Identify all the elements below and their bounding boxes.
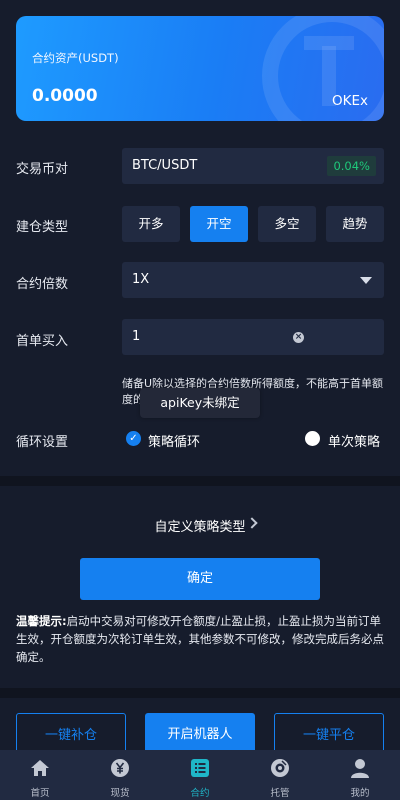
position-option-long[interactable]: 开多	[122, 206, 180, 242]
section-divider-2	[0, 688, 400, 698]
section-divider	[0, 476, 400, 486]
pair-change-badge: 0.04%	[327, 156, 376, 176]
position-type-label: 建仓类型	[16, 220, 69, 235]
warm-tip: 温馨提示:启动中交易对可修改开仓额度/止盈止损，止盈止损为当前订单生效，开仓额度…	[16, 612, 384, 666]
tab-contract[interactable]: 合约	[160, 750, 240, 800]
radio-unchecked-icon[interactable]	[305, 431, 320, 446]
tab-spot-label: 现货	[110, 788, 130, 799]
cycle-label: 循环设置	[16, 435, 69, 450]
pair-value: BTC/USDT	[132, 158, 198, 173]
custody-icon	[271, 759, 289, 777]
list-icon	[191, 759, 209, 777]
tab-spot[interactable]: 现货	[80, 750, 160, 800]
toast-message: apiKey未绑定	[140, 388, 260, 418]
tab-mine-label: 我的	[350, 788, 370, 799]
tip-title: 温馨提示:	[16, 614, 67, 628]
position-option-short[interactable]: 开空	[190, 206, 248, 242]
cycle-option-loop[interactable]: 策略循环	[148, 431, 200, 450]
user-icon	[351, 759, 369, 778]
tab-home[interactable]: 首页	[0, 750, 80, 800]
custom-strategy-link[interactable]: 自定义策略类型	[0, 516, 400, 535]
tab-contract-label: 合约	[190, 788, 210, 799]
exchange-name: OKEx	[332, 93, 368, 109]
tip-text: 启动中交易对可修改开仓额度/止盈止损，止盈止损为当前订单生效，开仓额度为次轮订单…	[16, 614, 384, 664]
tab-mine[interactable]: 我的	[320, 750, 400, 800]
tab-home-label: 首页	[30, 788, 50, 799]
leverage-label: 合约倍数	[16, 277, 69, 292]
asset-label: 合约资产(USDT)	[32, 51, 119, 65]
bottom-tab-bar: 首页 现货 合约 托管 我的	[0, 750, 400, 800]
home-icon	[31, 760, 49, 776]
tab-custody-label: 托管	[270, 788, 290, 799]
clear-icon[interactable]: ×	[293, 332, 304, 343]
cycle-option-single[interactable]: 单次策略	[328, 431, 380, 450]
first-order-value: 1	[132, 329, 141, 344]
confirm-button[interactable]: 确定	[80, 558, 320, 600]
first-order-input[interactable]: 1 ×	[122, 319, 384, 355]
yen-coin-icon	[111, 759, 129, 777]
asset-card: 合约资产(USDT) 0.0000 OKEx	[16, 16, 384, 121]
position-option-trend[interactable]: 趋势	[326, 206, 384, 242]
leverage-select[interactable]: 1X	[122, 262, 384, 298]
pair-field[interactable]: BTC/USDT 0.04%	[122, 148, 384, 184]
leverage-value: 1X	[132, 272, 150, 287]
tab-custody[interactable]: 托管	[240, 750, 320, 800]
caret-down-icon	[360, 277, 372, 284]
asset-amount: 0.0000	[32, 86, 98, 106]
position-option-long-short[interactable]: 多空	[258, 206, 316, 242]
first-order-label: 首单买入	[16, 334, 69, 349]
pair-label: 交易币对	[16, 162, 69, 177]
radio-checked-icon[interactable]: ✓	[126, 431, 141, 446]
